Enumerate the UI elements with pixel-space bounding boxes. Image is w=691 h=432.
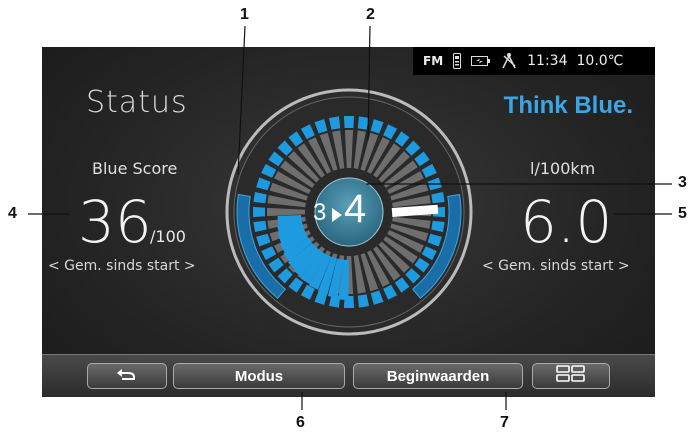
callout-line-1 [237, 25, 246, 176]
callout-line-2 [367, 25, 371, 141]
callout-lines [28, 25, 672, 410]
